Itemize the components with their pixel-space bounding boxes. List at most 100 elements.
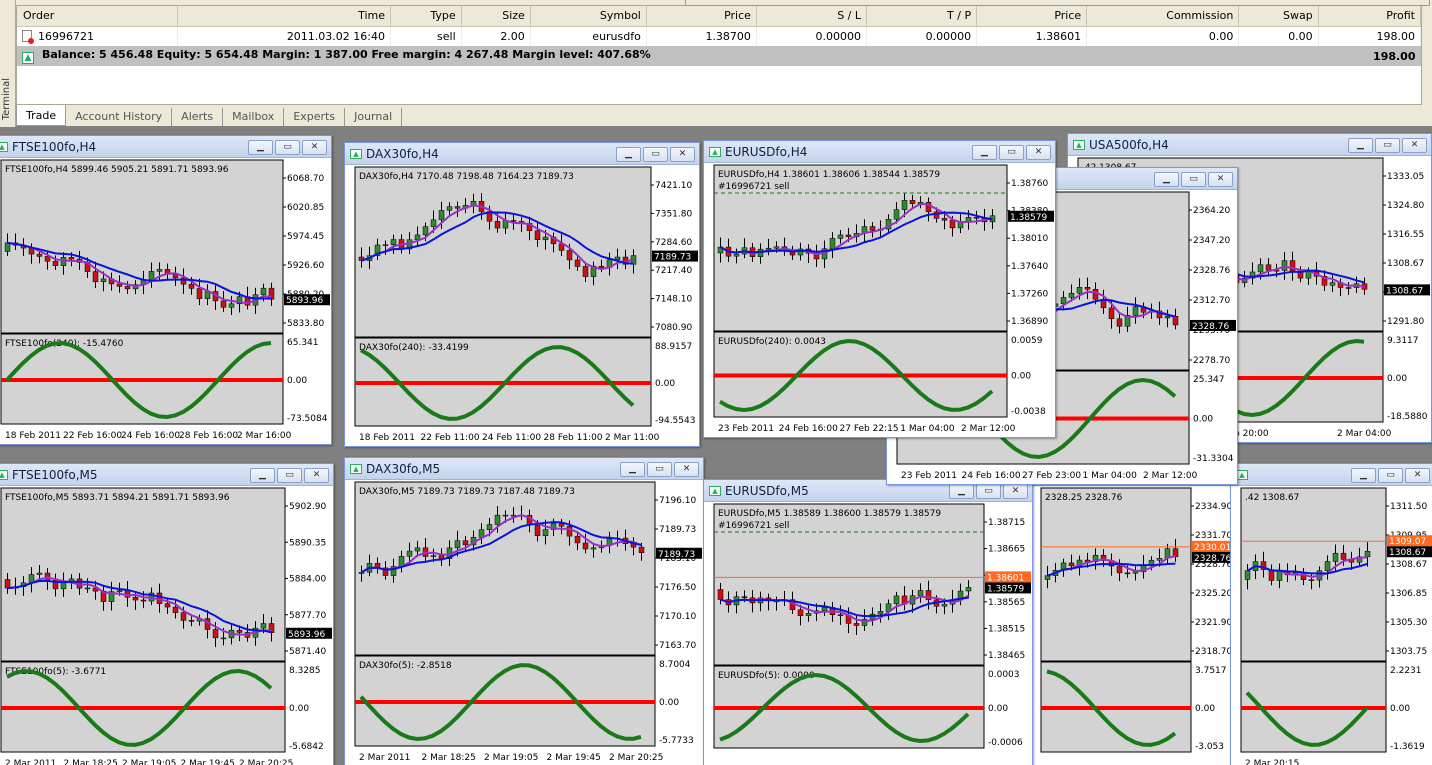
chart-window-titlebar[interactable]: ▲ DAX30fo,M5 ▁ ▭ ✕: [345, 458, 703, 480]
osc-axis-label: -18.5880: [1387, 412, 1428, 422]
column-header-profit[interactable]: Profit: [1318, 6, 1422, 27]
minimize-button[interactable]: ▁: [616, 147, 641, 162]
candle-body: [236, 629, 243, 633]
minimize-button[interactable]: ▁: [1351, 468, 1376, 483]
terminal-label: Terminal: [1, 78, 12, 121]
candle-body: [390, 239, 397, 245]
price-panel: [354, 481, 656, 656]
chart-window-dax-m5[interactable]: ▲ DAX30fo,M5 ▁ ▭ ✕ DAX30fo,M5 7189.73 7189.…: [344, 457, 704, 765]
chart-window-eur-m5[interactable]: ▲ EURUSDfo,M5 ▁ ▭ ✕ EURUSDfo,M5 1.38589 1.3…: [703, 479, 1033, 765]
current-price-tag-text: 2328.76: [1192, 322, 1229, 332]
price-chart: EURUSDfo,M5 1.38589 1.38600 1.38579 1.38…: [704, 502, 1032, 765]
chart-window-usa500-m5[interactable]: ▲ ▁▭✕.42 1308.671311.501309.951308.67130…: [1230, 463, 1432, 765]
chart-window-titlebar[interactable]: ▲ DAX30fo,H4 ▁ ▭ ✕: [345, 143, 699, 165]
column-header-price[interactable]: Price: [646, 6, 757, 27]
osc-axis-label: -5.6842: [289, 742, 324, 752]
close-button[interactable]: ✕: [674, 462, 699, 477]
tab-experts[interactable]: Experts: [284, 108, 346, 126]
close-button[interactable]: ✕: [304, 468, 329, 483]
tab-mailbox[interactable]: Mailbox: [223, 108, 285, 126]
maximize-button[interactable]: ▭: [275, 140, 300, 155]
price-axis-label: 2331.70: [1195, 531, 1232, 541]
tab-account-history[interactable]: Account History: [66, 108, 173, 126]
osc-axis-label: 25.347: [1193, 375, 1225, 385]
chart-window-nas-m5[interactable]: ▲ ▁▭✕2328.25 2328.762334.902331.702328.7…: [1030, 463, 1240, 765]
tab-alerts[interactable]: Alerts: [172, 108, 224, 126]
order-cell: 16996721: [17, 26, 179, 46]
close-button[interactable]: ✕: [1402, 138, 1427, 153]
candle-body: [869, 226, 876, 231]
close-button[interactable]: ✕: [1405, 468, 1430, 483]
maximize-button[interactable]: ▭: [1181, 172, 1206, 187]
chart-ohlc-header: FTSE100fo,M5 5893.71 5894.21 5891.71 589…: [5, 493, 230, 503]
order-cell: 2.00: [461, 26, 531, 46]
tab-journal[interactable]: Journal: [345, 108, 403, 126]
candle-body: [494, 221, 501, 229]
close-button[interactable]: ✕: [670, 147, 695, 162]
current-price-tag-text: 7189.73: [654, 253, 691, 263]
minimize-button[interactable]: ▁: [949, 484, 974, 499]
price-axis-label: 7351.80: [655, 209, 692, 219]
column-header-symbol[interactable]: Symbol: [530, 6, 647, 27]
current-price-tag-text: 1308.67: [1386, 286, 1423, 296]
minimize-button[interactable]: ▁: [1154, 172, 1179, 187]
price-axis-label: 7148.10: [655, 295, 692, 305]
candle-body: [44, 256, 51, 262]
chart-ohlc-header: DAX30fo,M5 7189.73 7189.73 7187.48 7189.…: [359, 487, 575, 497]
time-axis-label: 24 Feb 16:00: [962, 471, 1021, 481]
time-axis-label: 2 Mar 04:00: [1337, 429, 1392, 439]
column-header-time[interactable]: Time: [177, 6, 391, 27]
chart-window-titlebar[interactable]: ▲ EURUSDfo,H4 ▁ ▭ ✕: [704, 141, 1055, 163]
column-header-t-p[interactable]: T / P: [866, 6, 978, 27]
maximize-button[interactable]: ▭: [1378, 468, 1403, 483]
candle-body: [941, 218, 948, 221]
close-button[interactable]: ✕: [1208, 172, 1233, 187]
chart-window-titlebar[interactable]: ▲ FTSE100fo,H4 ▁▭✕: [0, 136, 331, 158]
maximize-button[interactable]: ▭: [1375, 138, 1400, 153]
candle-body: [582, 266, 589, 277]
column-header-type[interactable]: Type: [390, 6, 462, 27]
column-header-size[interactable]: Size: [461, 6, 531, 27]
column-header-swap[interactable]: Swap: [1238, 6, 1319, 27]
maximize-button[interactable]: ▭: [277, 468, 302, 483]
minimize-button[interactable]: ▁: [250, 468, 275, 483]
candle-body: [140, 599, 147, 602]
current-price-tag-text: 1.38579: [1010, 213, 1047, 223]
close-button[interactable]: ✕: [1003, 484, 1028, 499]
candle-body: [220, 300, 227, 308]
chart-window-ftse-h4[interactable]: ▲ FTSE100fo,H4 ▁▭✕ FTSE100fo,H4 5899.46 5…: [0, 135, 332, 445]
column-header-price[interactable]: Price: [976, 6, 1088, 27]
chart-window-dax-h4[interactable]: ▲ DAX30fo,H4 ▁ ▭ ✕ DAX30fo,H4 7170.48 7198.…: [344, 142, 700, 447]
maximize-button[interactable]: ▭: [647, 462, 672, 477]
column-header-s-l[interactable]: S / L: [756, 6, 868, 27]
chart-window-eur-h4[interactable]: ▲ EURUSDfo,H4 ▁ ▭ ✕ EURUSDfo,H4 1.38601 1.3…: [703, 140, 1056, 438]
candle-body: [438, 210, 445, 221]
chart-window-titlebar[interactable]: ▲ ▁▭✕: [1231, 464, 1432, 486]
minimize-button[interactable]: ▁: [620, 462, 645, 477]
osc-axis-label: 0.0059: [1011, 336, 1043, 346]
candle-body: [454, 206, 461, 209]
close-button[interactable]: ✕: [302, 140, 327, 155]
column-header-order[interactable]: Order: [17, 6, 179, 27]
maximize-button[interactable]: ▭: [643, 147, 668, 162]
minimize-button[interactable]: ▁: [972, 145, 997, 160]
osc-axis-label: 0.00: [1195, 704, 1215, 714]
candle-body: [1132, 571, 1139, 574]
column-header-commission[interactable]: Commission: [1086, 6, 1240, 27]
chart-window-icon: ▲: [709, 485, 721, 496]
chart-window-ftse-m5[interactable]: ▲ FTSE100fo,M5 ▁▭✕ FTSE100fo,M5 5893.71 5…: [0, 463, 334, 765]
balance-text: Balance: 5 456.48 Equity: 5 654.48 Margi…: [42, 48, 651, 61]
maximize-button[interactable]: ▭: [999, 145, 1024, 160]
order-row[interactable]: 16996721 2011.03.02 16:40 sell 2.00 eurusdfo…: [17, 26, 1422, 46]
chart-window-titlebar[interactable]: ▲ FTSE100fo,M5 ▁▭✕: [0, 464, 333, 486]
chart-window-title: EURUSDfo,M5: [725, 483, 809, 498]
minimize-button[interactable]: ▁: [248, 140, 273, 155]
candle-body: [188, 283, 195, 289]
close-button[interactable]: ✕: [1026, 145, 1051, 160]
maximize-button[interactable]: ▭: [976, 484, 1001, 499]
candle-body: [68, 257, 75, 260]
chart-window-titlebar[interactable]: ▲ USA500fo,H4 ▁ ▭ ✕: [1068, 134, 1431, 156]
tab-trade[interactable]: Trade: [16, 105, 67, 126]
price-axis-label: 5890.35: [289, 538, 326, 548]
minimize-button[interactable]: ▁: [1348, 138, 1373, 153]
